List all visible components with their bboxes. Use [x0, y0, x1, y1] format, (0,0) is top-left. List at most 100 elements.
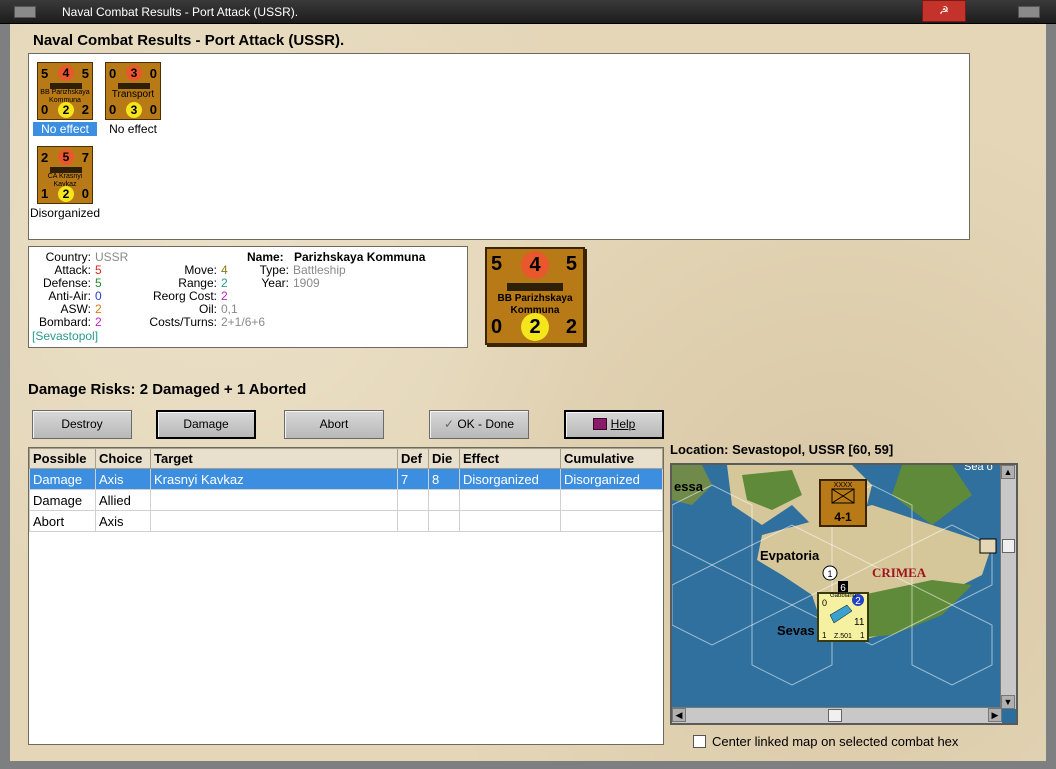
scroll-left-icon[interactable]: ◀ [672, 708, 686, 722]
unit-result-label: No effect [109, 122, 157, 136]
unit-id-label: Z.501 [834, 633, 852, 640]
abort-button[interactable]: Abort [284, 410, 384, 439]
location-link[interactable]: [Sevastopol] [32, 329, 98, 343]
corps-counter[interactable]: XXXX 4-1 [819, 479, 867, 527]
column-header[interactable]: Choice [95, 448, 151, 469]
table-cell [150, 510, 398, 532]
table-cell [397, 489, 429, 511]
table-cell [428, 510, 460, 532]
column-header[interactable]: Def [397, 448, 429, 469]
scroll-right-icon[interactable]: ▶ [988, 708, 1002, 722]
linked-map[interactable]: essa Sea o Evpatoria CRIMEA Sevas XXXX 4… [670, 463, 1018, 725]
defense-value: 5 [95, 276, 102, 290]
type-label: Type: [259, 263, 289, 277]
unit-counter-bb-parizhskaya[interactable]: 5 4 5 BB Parizhskaya Kommuna 0 2 2 [37, 62, 93, 120]
unit-counter-ca-krasnyi-kavkaz[interactable]: 2 5 7 CA Krasnyi Kavkaz 1 2 0 [37, 146, 93, 204]
corps-size-label: XXXX [834, 482, 853, 489]
move-value: 2 [58, 186, 74, 202]
map-label-sevastopol: Sevas [777, 623, 815, 638]
year-label: Year: [261, 276, 289, 290]
map-vertical-scrollbar[interactable]: ▲ ▼ [1000, 465, 1016, 709]
table-cell: Axis [95, 468, 151, 490]
map-location-label: Location: Sevastopol, USSR [60, 59] [670, 442, 894, 457]
corps-strength-label: 4-1 [834, 510, 852, 524]
defense-value: 2 [41, 150, 49, 165]
column-header[interactable]: Target [150, 448, 398, 469]
scroll-up-icon[interactable]: ▲ [1001, 465, 1015, 479]
help-button[interactable]: Help [564, 410, 664, 439]
range-value: 2 [221, 276, 228, 290]
reorg-value: 2 [221, 289, 228, 303]
damage-button[interactable]: Damage [156, 410, 256, 439]
unit-result-label: Disorganized [29, 206, 101, 220]
unit-counter-transport[interactable]: 0 3 0 Transport 0 3 0 [105, 62, 161, 120]
unit-aa-label: 1 [822, 631, 827, 640]
damage-risks-label: Damage Risks: 2 Damaged + 1 Aborted [28, 381, 307, 398]
map-canvas[interactable]: essa Sea o Evpatoria CRIMEA Sevas XXXX 4… [672, 465, 1002, 709]
aa-value: 0 [491, 316, 503, 338]
close-icon[interactable]: ☭ [922, 0, 966, 22]
table-cell: Krasnyi Kavkaz [150, 468, 398, 490]
attack-value: 5 [58, 149, 74, 165]
center-map-checkbox[interactable] [693, 735, 706, 748]
unit-defense-label: 0 [822, 598, 827, 608]
naval-unit-counter[interactable]: 2 0 Gabbiano 11 1 Z.501 1 [817, 592, 869, 642]
move-value: 3 [126, 102, 142, 118]
help-label: Help [610, 417, 636, 431]
map-horizontal-scrollbar[interactable]: ◀ ▶ [672, 707, 1002, 723]
name-label: Name: [247, 250, 284, 264]
reorg-label: Reorg Cost: [152, 289, 217, 303]
table-cell [459, 489, 561, 511]
ok-done-button[interactable]: ✓ OK - Done [429, 410, 529, 439]
table-cell: 8 [428, 468, 460, 490]
country-value: USSR [95, 250, 129, 264]
move-value: 2 [521, 313, 549, 341]
book-icon [592, 418, 607, 430]
ok-done-label: OK - Done [457, 417, 515, 431]
table-cell [459, 510, 561, 532]
table-cell: Disorganized [560, 468, 663, 490]
column-header[interactable]: Die [428, 448, 460, 469]
scroll-down-icon[interactable]: ▼ [1001, 695, 1015, 709]
destroy-button[interactable]: Destroy [32, 410, 132, 439]
column-header[interactable]: Possible [29, 448, 96, 469]
table-cell: 7 [397, 468, 429, 490]
table-row[interactable]: Damage Axis Krasnyi Kavkaz 7 8 Disorgani… [29, 468, 663, 490]
unit-name: Transport [111, 89, 155, 100]
move-label: Move: [184, 263, 217, 277]
window-title: Naval Combat Results - Port Attack (USSR… [62, 5, 299, 19]
table-row[interactable]: Damage Allied [29, 489, 663, 511]
antiair-value: 0 [95, 289, 102, 303]
combat-units-panel: 5 4 5 BB Parizhskaya Kommuna 0 2 2 No ef… [28, 53, 970, 240]
system-menu-icon[interactable] [14, 6, 36, 18]
table-cell [428, 489, 460, 511]
asw-value: 2 [95, 302, 102, 316]
range-label: Range: [178, 276, 217, 290]
center-map-option[interactable]: Center linked map on selected combat hex [693, 734, 958, 749]
column-header[interactable]: Cumulative [560, 448, 663, 469]
name-value: Parizhskaya Kommuna [294, 250, 426, 264]
unit-info-panel: Country: USSR Attack: 5 Defense: 5 Anti-… [28, 246, 468, 348]
vertical-scroll-thumb[interactable] [1002, 539, 1015, 553]
attack-value: 3 [126, 65, 142, 81]
attack-value: 4 [58, 65, 74, 81]
table-cell [560, 510, 663, 532]
bombard-value: 2 [95, 315, 102, 329]
asw-value: 2 [565, 316, 577, 338]
asw-value: 0 [149, 102, 157, 117]
table-cell: Axis [95, 510, 151, 532]
move-value: 2 [58, 102, 74, 118]
unit-name-line1: BB Parizhskaya [497, 293, 573, 304]
attack-label: Attack: [54, 263, 91, 277]
table-row[interactable]: Abort Axis [29, 510, 663, 532]
bombard-label: Bombard: [38, 315, 91, 329]
horizontal-scroll-thumb[interactable] [828, 709, 842, 722]
oil-value: 0,1 [221, 302, 238, 316]
asw-value: 2 [81, 102, 89, 117]
unit-range-label: 2 [855, 596, 861, 607]
column-header[interactable]: Effect [459, 448, 561, 469]
maximize-icon[interactable] [1018, 6, 1040, 18]
antiair-label: Anti-Air: [48, 289, 91, 303]
table-cell: Abort [29, 510, 96, 532]
range-value: 0 [149, 66, 157, 81]
